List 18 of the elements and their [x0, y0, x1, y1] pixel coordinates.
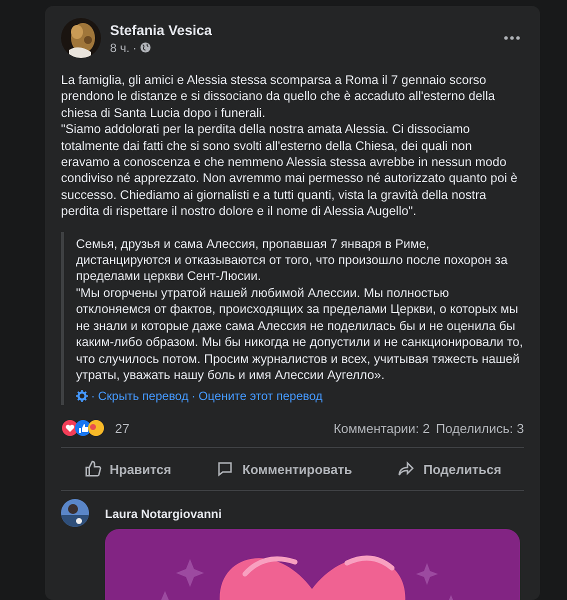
share-button[interactable]: Поделиться — [385, 452, 514, 486]
shares-count[interactable]: Поделились: 3 — [436, 420, 524, 436]
translated-paragraph: "Мы огорчены утратой нашей любимой Алессии. Мы полностью отклоняемся от фактов, происходящих за пределами Церкви, о которых мы не знали и которые даже сама Алессия не поделилась бы и не оценила бы каким-либо образом. Мы бы никогда не допустили и не санкционировали то, что случилось потом. Просим журналистов и всех, учитывая тяжесть нашей утраты, уважать нашу боль и имя Алессии Аугелло». — [76, 284, 524, 384]
author-name[interactable]: Stefania Vesica — [110, 22, 491, 38]
comment-author[interactable]: Laura Notargiovanni — [105, 507, 520, 522]
separator: · — [91, 389, 95, 404]
comments-count[interactable]: Комментарии: 2 — [334, 420, 430, 436]
translation-link[interactable]: Оцените этот перевод — [198, 389, 323, 404]
post-paragraph: La famiglia, gli amici e Alessia stessa scomparsa a Roma il 7 gennaio scorso prendono le distanze e si dissociano da quello che è accaduto all'esterno della chiesa di Santa Lucia dopo i funerali. — [61, 72, 496, 122]
like-button[interactable]: Нравится — [72, 452, 184, 486]
translated-paragraph: Семья, друзья и сама Алессия, пропавшая 7 января в Риме, дистанцируются и отказываются от того, что произошло после похорон за пределами церкви Сент-Люсии. — [76, 236, 509, 285]
separator: · — [191, 389, 196, 404]
post-paragraph: "Siamo addolorati per la perdita della nostra amata Alessia. Ci dissociamo totalmente dai fatti che si sono svolti all'esterno della Chiesa, dei quali non eravamo a conoscenza e che nemmeno Alessia stessa avrebbe in nessun modo condiviso né apprezzato. Non avremmo mai permesso né autorizzato quanto poi è successo. Chiediamo ai giornalisti e a tutti quanti, vista la gravità della nostra perdita di rispettare il nostro dolore e il nome di Alessia Augello". — [61, 121, 519, 220]
post-time[interactable]: 8 ч. — [110, 40, 130, 54]
reaction-count[interactable]: 27 — [115, 420, 328, 436]
comment-button[interactable]: Комментировать — [204, 452, 364, 486]
separator: · — [132, 40, 137, 54]
translation-link[interactable]: Скрыть перевод — [98, 389, 188, 404]
